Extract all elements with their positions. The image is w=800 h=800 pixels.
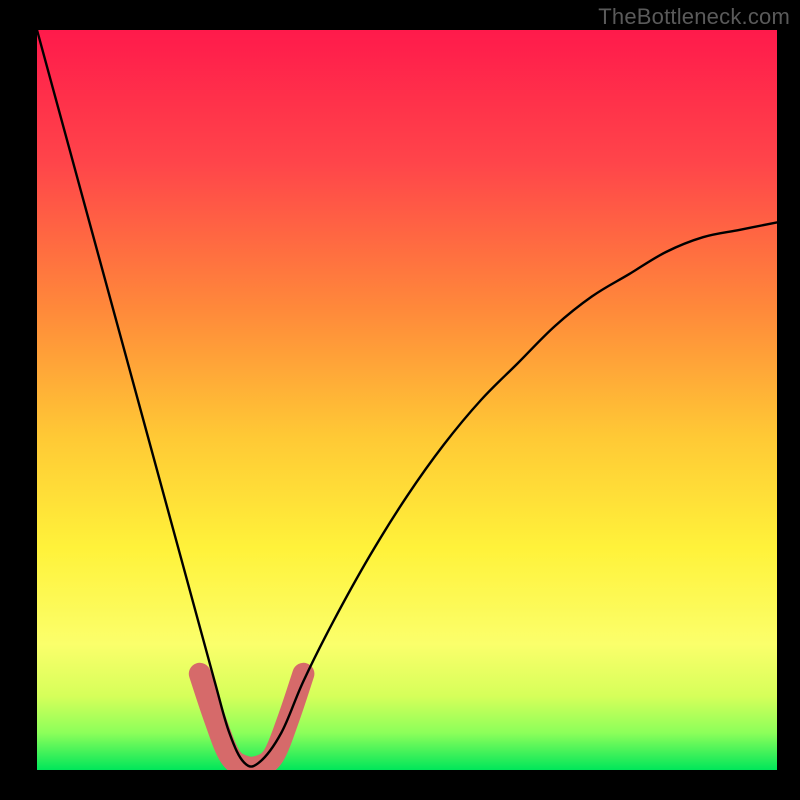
watermark-text: TheBottleneck.com bbox=[598, 4, 790, 30]
chart-frame: TheBottleneck.com bbox=[0, 0, 800, 800]
plot-background bbox=[37, 30, 777, 770]
bottleneck-chart bbox=[0, 0, 800, 800]
